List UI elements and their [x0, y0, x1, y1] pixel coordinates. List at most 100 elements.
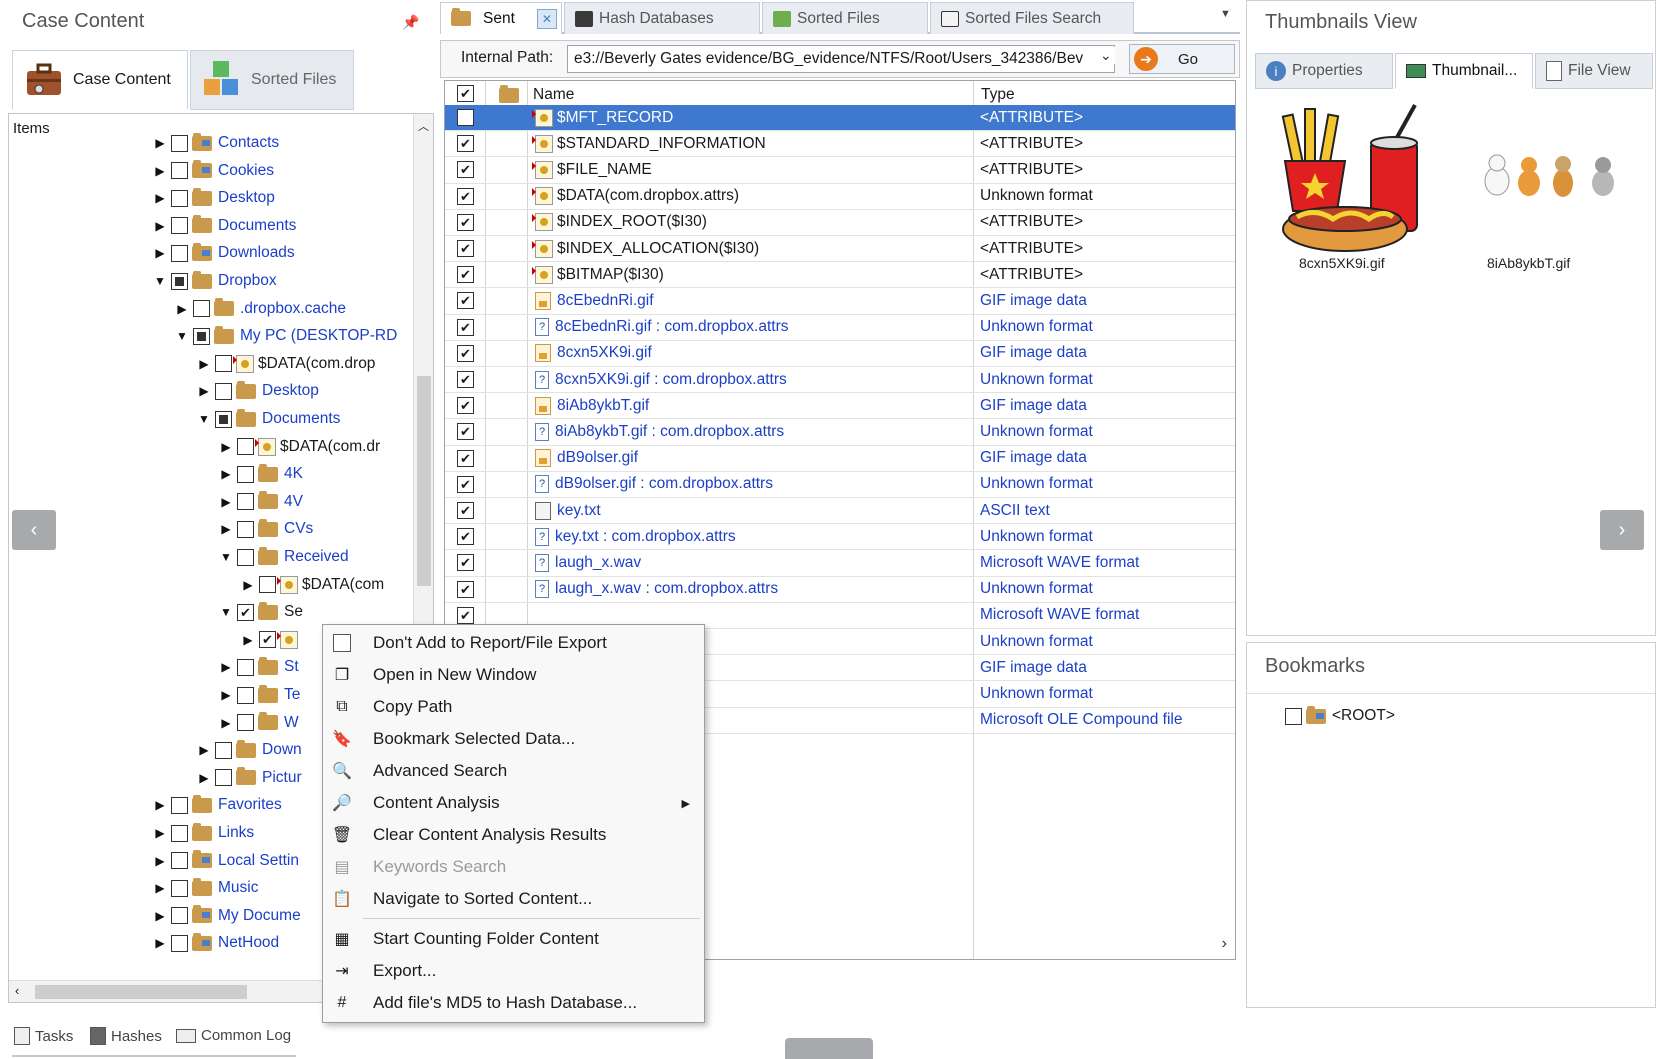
row-checkbox[interactable]: ✔: [457, 266, 474, 284]
tree-checkbox[interactable]: [193, 327, 210, 345]
row-checkbox[interactable]: ✔: [457, 240, 474, 258]
scrollbar-thumb[interactable]: [417, 376, 431, 586]
expand-icon[interactable]: ▶: [219, 688, 233, 702]
tree-checkbox[interactable]: [237, 658, 254, 676]
row-checkbox[interactable]: ✔: [457, 161, 474, 179]
scroll-up-icon[interactable]: ︿: [418, 118, 429, 134]
expand-icon[interactable]: ▶: [219, 716, 233, 730]
row-checkbox[interactable]: ✔: [457, 213, 474, 231]
previous-arrow-icon[interactable]: ‹: [12, 510, 56, 550]
table-row[interactable]: ✔ dB9olser.gif GIF image data: [445, 446, 1235, 472]
tree-checkbox[interactable]: [259, 576, 276, 594]
table-row[interactable]: ✔ 8iAb8ykbT.gif GIF image data: [445, 393, 1235, 420]
row-checkbox[interactable]: ✔: [457, 344, 474, 362]
tree-node[interactable]: ▼ Dropbox: [153, 268, 277, 294]
expand-icon[interactable]: ▶: [241, 633, 255, 647]
go-button[interactable]: ➔ Go: [1129, 44, 1235, 74]
path-dropdown-icon[interactable]: ⌄: [1097, 47, 1115, 64]
row-checkbox[interactable]: ✔: [457, 109, 474, 127]
row-checkbox[interactable]: ✔: [457, 580, 474, 598]
tree-node[interactable]: ▶ 4V: [219, 489, 303, 515]
tabs-overflow-icon[interactable]: ▼: [1220, 8, 1231, 20]
expand-icon[interactable]: ▶: [153, 798, 167, 812]
tab-tasks[interactable]: Tasks: [14, 1027, 73, 1045]
tree-node[interactable]: ▶ Pictur: [197, 765, 302, 791]
expand-icon[interactable]: ▶: [153, 854, 167, 868]
menu-item[interactable]: Don't Add to Report/File Export: [323, 627, 704, 659]
tree-checkbox[interactable]: [237, 520, 254, 538]
menu-item[interactable]: 📋 Navigate to Sorted Content...: [323, 883, 704, 915]
expand-icon[interactable]: ▶: [219, 495, 233, 509]
row-checkbox[interactable]: ✔: [457, 318, 474, 336]
table-row[interactable]: ✔ 8cxn5XK9i.gif GIF image data: [445, 341, 1235, 367]
tree-checkbox[interactable]: [237, 714, 254, 732]
checkbox[interactable]: [1285, 707, 1302, 725]
row-checkbox[interactable]: ✔: [457, 292, 474, 310]
tree-node[interactable]: ▶ Te: [219, 682, 300, 708]
tree-checkbox[interactable]: [215, 355, 232, 373]
tree-node[interactable]: ▶ NetHood: [153, 930, 279, 956]
tree-checkbox[interactable]: [237, 465, 254, 483]
row-checkbox[interactable]: ✔: [457, 371, 474, 389]
menu-item[interactable]: # Add file's MD5 to Hash Database...: [323, 987, 704, 1019]
tree-node[interactable]: ▶ Downloads: [153, 240, 295, 266]
expand-icon[interactable]: ▶: [153, 246, 167, 260]
menu-item[interactable]: ▦ Start Counting Folder Content: [323, 923, 704, 955]
expand-icon[interactable]: ▶: [197, 771, 211, 785]
tree-checkbox[interactable]: ✔: [237, 603, 254, 621]
menu-item[interactable]: 🔖 Bookmark Selected Data...: [323, 723, 704, 755]
expand-icon[interactable]: ▶: [219, 440, 233, 454]
table-row[interactable]: ✔? 8cxn5XK9i.gif : com.dropbox.attrs Unkno…: [445, 367, 1235, 394]
row-checkbox[interactable]: ✔: [457, 187, 474, 205]
tree-node[interactable]: ▶ Documents: [153, 213, 296, 239]
tree-node[interactable]: ▶ ✔: [241, 627, 302, 653]
tree-checkbox[interactable]: [237, 493, 254, 511]
tree-node[interactable]: ▶ My Docume: [153, 903, 301, 929]
tree-checkbox[interactable]: [237, 548, 254, 566]
expand-icon[interactable]: ▶: [153, 826, 167, 840]
tab-sent[interactable]: Sent ✕: [440, 2, 562, 34]
tree-checkbox[interactable]: [171, 272, 188, 290]
row-checkbox[interactable]: ✔: [457, 423, 474, 441]
expand-icon[interactable]: ▶: [153, 909, 167, 923]
table-row[interactable]: ✔ $BITMAP($I30) <ATTRIBUTE>: [445, 262, 1235, 289]
collapse-icon[interactable]: ▼: [219, 605, 233, 619]
scroll-left-icon[interactable]: ‹: [15, 983, 19, 998]
tree-checkbox[interactable]: [171, 934, 188, 952]
bookmark-root[interactable]: <ROOT>: [1281, 703, 1395, 729]
row-checkbox[interactable]: ✔: [457, 475, 474, 493]
scroll-right-icon[interactable]: ›: [1222, 935, 1227, 953]
tree-node[interactable]: ▶ $DATA(com.drop: [197, 351, 375, 377]
expand-icon[interactable]: ▶: [153, 191, 167, 205]
tab-file-view[interactable]: File View: [1535, 53, 1653, 89]
tree-checkbox[interactable]: [171, 217, 188, 235]
tab-hashes[interactable]: Hashes: [90, 1027, 162, 1045]
table-row[interactable]: ✔? 8cEbednRi.gif : com.dropbox.attrs Unkno…: [445, 315, 1235, 341]
table-row[interactable]: ✔ key.txt ASCII text: [445, 498, 1235, 525]
tree-node[interactable]: ▼ ✔ Se: [219, 599, 303, 625]
tree-checkbox[interactable]: [171, 796, 188, 814]
tree-node[interactable]: ▶ Cookies: [153, 158, 274, 184]
table-row[interactable]: ✔? laugh_x.wav Microsoft WAVE format: [445, 550, 1235, 577]
expand-icon[interactable]: ▶: [153, 936, 167, 950]
expand-icon[interactable]: ▶: [175, 302, 189, 316]
menu-item[interactable]: ❐ Open in New Window: [323, 659, 704, 691]
collapse-icon[interactable]: ▼: [175, 329, 189, 343]
row-checkbox[interactable]: ✔: [457, 449, 474, 467]
row-checkbox[interactable]: ✔: [457, 397, 474, 415]
tree-node[interactable]: ▶ $DATA(com.dr: [219, 434, 380, 460]
table-row[interactable]: ✔ $INDEX_ALLOCATION($I30) <ATTRIBUTE>: [445, 236, 1235, 263]
tree-node[interactable]: ▶ CVs: [219, 516, 313, 542]
tree-node[interactable]: ▶ Music: [153, 875, 258, 901]
tree-checkbox[interactable]: [215, 769, 232, 787]
row-checkbox[interactable]: ✔: [457, 502, 474, 520]
collapse-icon[interactable]: ▼: [197, 412, 211, 426]
tree-checkbox[interactable]: [171, 189, 188, 207]
expand-icon[interactable]: ▶: [241, 578, 255, 592]
row-checkbox[interactable]: ✔: [457, 554, 474, 572]
row-checkbox[interactable]: ✔: [457, 135, 474, 153]
tree-checkbox[interactable]: [215, 741, 232, 759]
tree-node[interactable]: ▶ Desktop: [153, 185, 275, 211]
tab-sorted-files[interactable]: Sorted Files: [190, 50, 354, 110]
tree-node[interactable]: ▶ Contacts: [153, 130, 279, 156]
